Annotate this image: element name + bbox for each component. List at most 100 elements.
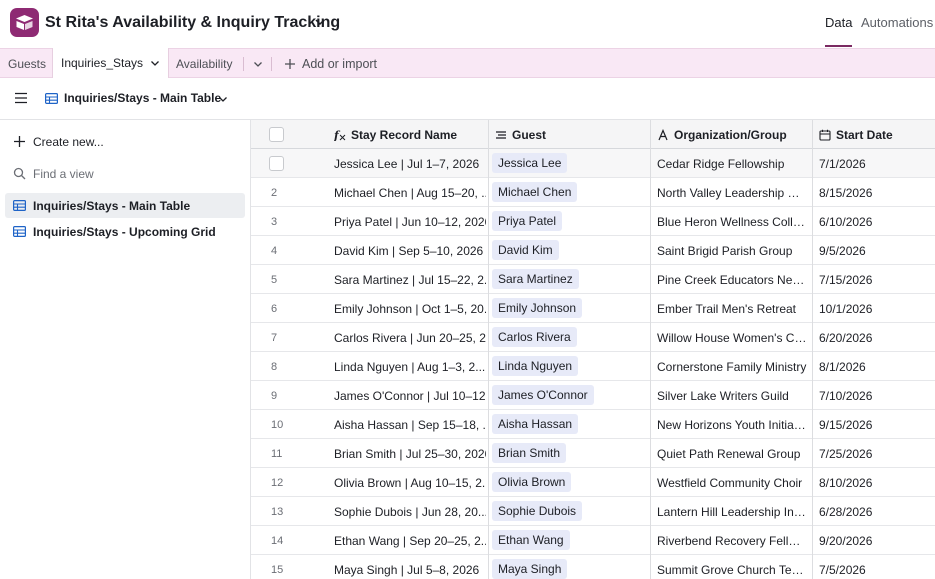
organization-cell[interactable]: Quiet Path Renewal Group <box>657 447 807 461</box>
stay-record-name-cell[interactable]: Michael Chen | Aug 15–20, ... <box>334 186 486 200</box>
start-date-cell[interactable]: 9/5/2026 <box>819 244 929 258</box>
sidebar-view-main-table[interactable]: Inquiries/Stays - Main Table <box>5 193 245 218</box>
organization-cell[interactable]: Westfield Community Choir <box>657 476 807 490</box>
stay-record-name-cell[interactable]: Jessica Lee | Jul 1–7, 2026 <box>334 157 486 171</box>
table-row[interactable]: 3 Priya Patel | Jun 10–12, 2026 Priya Pate… <box>251 207 935 236</box>
stay-record-name-cell[interactable]: David Kim | Sep 5–10, 2026 <box>334 244 486 258</box>
stay-record-name-cell[interactable]: Priya Patel | Jun 10–12, 2026 <box>334 215 486 229</box>
stay-record-name-cell[interactable]: Linda Nguyen | Aug 1–3, 2... <box>334 360 486 374</box>
guest-link-chip[interactable]: Brian Smith <box>492 443 567 463</box>
guest-link-chip[interactable]: Michael Chen <box>492 182 578 202</box>
start-date-cell[interactable]: 8/1/2026 <box>819 360 929 374</box>
tab-data[interactable]: Data <box>825 15 853 47</box>
stay-record-name-cell[interactable]: Aisha Hassan | Sep 15–18, ... <box>334 418 486 432</box>
guest-link-chip[interactable]: Sophie Dubois <box>492 501 583 521</box>
organization-cell[interactable]: New Horizons Youth Initiati... <box>657 418 807 432</box>
stay-record-name-cell[interactable]: James O'Connor | Jul 10–12... <box>334 389 486 403</box>
column-header-organization[interactable]: Organization/Group <box>657 120 787 149</box>
guest-link-chip[interactable]: Olivia Brown <box>492 472 572 492</box>
hamburger-menu-icon[interactable] <box>14 92 28 104</box>
table-tab-inquiries-stays[interactable]: Inquiries_Stays <box>52 48 170 78</box>
stay-record-name-cell[interactable]: Carlos Rivera | Jun 20–25, 2... <box>334 331 486 345</box>
add-or-import-button[interactable]: Add or import <box>284 49 377 78</box>
guest-link-chip[interactable]: Jessica Lee <box>492 153 568 173</box>
chevron-down-icon[interactable] <box>314 16 326 28</box>
table-row[interactable]: 7 Carlos Rivera | Jun 20–25, 2... Carlos R… <box>251 323 935 352</box>
chevron-down-icon[interactable] <box>150 58 160 68</box>
guest-link-chip[interactable]: David Kim <box>492 240 559 260</box>
table-tab-guests[interactable]: Guests <box>8 49 46 78</box>
start-date-cell[interactable]: 6/10/2026 <box>819 215 929 229</box>
table-row[interactable]: 13 Sophie Dubois | Jun 28, 20... Sophie Du… <box>251 497 935 526</box>
find-view-input[interactable]: Find a view <box>5 161 245 186</box>
start-date-cell[interactable]: 6/20/2026 <box>819 331 929 345</box>
table-row[interactable]: 2 Michael Chen | Aug 15–20, ... Michael Ch… <box>251 178 935 207</box>
organization-cell[interactable]: Silver Lake Writers Guild <box>657 389 807 403</box>
column-header-guest[interactable]: Guest <box>495 120 546 149</box>
stay-record-name-cell[interactable]: Brian Smith | Jul 25–30, 2026 <box>334 447 486 461</box>
sidebar-view-upcoming-grid[interactable]: Inquiries/Stays - Upcoming Grid <box>5 219 245 244</box>
base-title[interactable]: St Rita's Availability & Inquiry Trackin… <box>45 14 340 32</box>
guest-link-chip[interactable]: Linda Nguyen <box>492 356 579 376</box>
organization-cell[interactable]: Cedar Ridge Fellowship <box>657 157 807 171</box>
stay-record-name-cell[interactable]: Olivia Brown | Aug 10–15, 2... <box>334 476 486 490</box>
column-header-start-date[interactable]: Start Date <box>819 120 893 149</box>
guest-link-chip[interactable]: Sara Martinez <box>492 269 579 289</box>
table-row[interactable]: 5 Sara Martinez | Jul 15–22, 2... Sara Mar… <box>251 265 935 294</box>
current-view-name[interactable]: Inquiries/Stays - Main Table <box>64 91 221 105</box>
guest-link-chip[interactable]: Aisha Hassan <box>492 414 579 434</box>
table-row[interactable]: 11 Brian Smith | Jul 25–30, 2026 Brian Smi… <box>251 439 935 468</box>
guest-link-chip[interactable]: Maya Singh <box>492 559 568 579</box>
start-date-cell[interactable]: 8/15/2026 <box>819 186 929 200</box>
organization-cell[interactable]: Lantern Hill Leadership Inst... <box>657 505 807 519</box>
guest-link-chip[interactable]: Ethan Wang <box>492 530 570 550</box>
start-date-cell[interactable]: 9/20/2026 <box>819 534 929 548</box>
table-tab-availability[interactable]: Availability <box>176 49 232 78</box>
guest-link-chip[interactable]: James O'Connor <box>492 385 594 405</box>
organization-cell[interactable]: Ember Trail Men's Retreat <box>657 302 807 316</box>
base-logo-icon[interactable] <box>10 8 39 37</box>
column-header-stay-record-name[interactable]: f Stay Record Name <box>334 120 457 149</box>
organization-cell[interactable]: Cornerstone Family Ministry <box>657 360 807 374</box>
organization-cell[interactable]: Saint Brigid Parish Group <box>657 244 807 258</box>
select-all-checkbox[interactable] <box>269 127 284 142</box>
guest-link-chip[interactable]: Carlos Rivera <box>492 327 577 347</box>
start-date-cell[interactable]: 7/10/2026 <box>819 389 929 403</box>
chevron-down-icon[interactable] <box>218 94 228 104</box>
row-checkbox[interactable] <box>269 156 284 171</box>
organization-cell[interactable]: Blue Heron Wellness Collec... <box>657 215 807 229</box>
tab-automations[interactable]: Automations <box>861 15 933 30</box>
formula-icon: f <box>334 129 346 141</box>
table-row[interactable]: 8 Linda Nguyen | Aug 1–3, 2... Linda Nguye… <box>251 352 935 381</box>
start-date-cell[interactable]: 7/25/2026 <box>819 447 929 461</box>
table-row[interactable]: 4 David Kim | Sep 5–10, 2026 David Kim Sain… <box>251 236 935 265</box>
create-new-view-button[interactable]: Create new... <box>5 129 245 154</box>
organization-cell[interactable]: Riverbend Recovery Fellow... <box>657 534 807 548</box>
table-row[interactable]: 9 James O'Connor | Jul 10–12... James O'Co… <box>251 381 935 410</box>
start-date-cell[interactable]: 8/10/2026 <box>819 476 929 490</box>
start-date-cell[interactable]: 6/28/2026 <box>819 505 929 519</box>
stay-record-name-cell[interactable]: Maya Singh | Jul 5–8, 2026 <box>334 563 486 577</box>
start-date-cell[interactable]: 9/15/2026 <box>819 418 929 432</box>
stay-record-name-cell[interactable]: Emily Johnson | Oct 1–5, 20... <box>334 302 486 316</box>
start-date-cell[interactable]: 10/1/2026 <box>819 302 929 316</box>
table-row[interactable]: 12 Olivia Brown | Aug 10–15, 2... Olivia B… <box>251 468 935 497</box>
chevron-down-icon[interactable] <box>253 59 263 69</box>
table-row[interactable]: 10 Aisha Hassan | Sep 15–18, ... Aisha Has… <box>251 410 935 439</box>
guest-link-chip[interactable]: Emily Johnson <box>492 298 583 318</box>
start-date-cell[interactable]: 7/1/2026 <box>819 157 929 171</box>
organization-cell[interactable]: North Valley Leadership Cir... <box>657 186 807 200</box>
stay-record-name-cell[interactable]: Ethan Wang | Sep 20–25, 2... <box>334 534 486 548</box>
organization-cell[interactable]: Pine Creek Educators Netw... <box>657 273 807 287</box>
start-date-cell[interactable]: 7/15/2026 <box>819 273 929 287</box>
organization-cell[interactable]: Willow House Women's Cir... <box>657 331 807 345</box>
table-row[interactable]: 6 Emily Johnson | Oct 1–5, 20... Emily Joh… <box>251 294 935 323</box>
table-row[interactable]: 15 Maya Singh | Jul 5–8, 2026 Maya Singh Su… <box>251 555 935 579</box>
table-row[interactable]: Jessica Lee | Jul 1–7, 2026 Jessica Lee Ce… <box>251 149 935 178</box>
organization-cell[interactable]: Summit Grove Church Team <box>657 563 807 577</box>
table-row[interactable]: 14 Ethan Wang | Sep 20–25, 2... Ethan Wang… <box>251 526 935 555</box>
stay-record-name-cell[interactable]: Sara Martinez | Jul 15–22, 2... <box>334 273 486 287</box>
guest-link-chip[interactable]: Priya Patel <box>492 211 563 231</box>
stay-record-name-cell[interactable]: Sophie Dubois | Jun 28, 20... <box>334 505 486 519</box>
start-date-cell[interactable]: 7/5/2026 <box>819 563 929 577</box>
